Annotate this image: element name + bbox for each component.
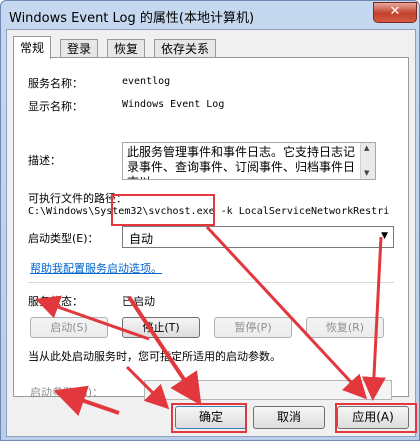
arrow-to-apply-2 (361, 236, 386, 401)
annotation-arrows (35, 225, 386, 416)
arrow-to-start-button (35, 295, 150, 341)
arrow-to-apply (205, 225, 368, 400)
tab-general[interactable]: 常规 (13, 36, 52, 59)
arrow-to-ok-lower (125, 365, 170, 410)
arrow-bottom-left (53, 385, 120, 416)
arrow-to-ok (127, 295, 202, 406)
properties-dialog: Windows Event Log 的属性(本地计算机) ✕ 常规 登录 恢复 … (0, 0, 420, 441)
